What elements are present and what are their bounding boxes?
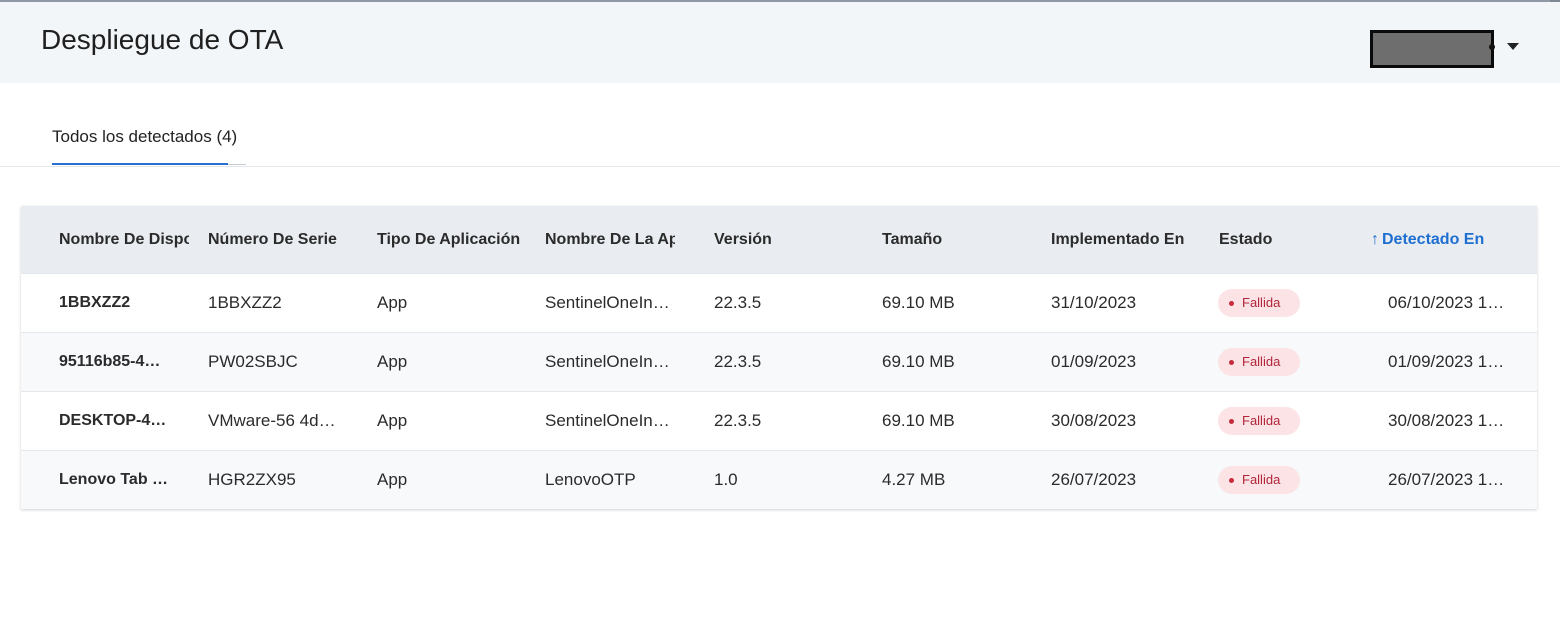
- page-header: Despliegue de OTA: [0, 2, 1560, 83]
- cell-deployed-at: 30/08/2023: [1051, 411, 1137, 430]
- status-badge-label: Fallida: [1242, 413, 1281, 428]
- column-header-detected-at-label: Detectado En: [1382, 231, 1485, 248]
- column-header-size[interactable]: Tamaño: [882, 206, 1032, 273]
- column-header-deployed-at[interactable]: Implementado En: [1051, 206, 1211, 273]
- cell-deployed-at: 26/07/2023: [1051, 470, 1137, 489]
- cell-version: 22.3.5: [714, 411, 762, 430]
- table-row[interactable]: 95116b85-4… PW02SBJC App SentinelOneIns……: [21, 332, 1537, 391]
- cell-serial-number: VMware-56 4d …: [208, 411, 338, 430]
- cell-size: 4.27 MB: [882, 470, 946, 489]
- tab-bar: Todos los detectados (4): [0, 83, 1560, 167]
- deployments-table: Nombre De Dispositivo Número De Serie Ti…: [21, 206, 1537, 509]
- status-dot-icon: [1229, 360, 1234, 365]
- cell-version: 22.3.5: [714, 352, 762, 371]
- cell-device-name: Lenovo Tab …: [59, 471, 169, 488]
- table-header: Nombre De Dispositivo Número De Serie Ti…: [21, 206, 1537, 273]
- caret-down-icon[interactable]: [1507, 43, 1519, 50]
- column-header-detected-at[interactable]: ↑ Detectado En: [1371, 206, 1521, 273]
- cell-size: 69.10 MB: [882, 293, 955, 312]
- column-header-app-name[interactable]: Nombre De La Aplicación: [545, 206, 675, 273]
- status-dot-icon: [1229, 419, 1234, 424]
- cell-detected-at: 01/09/2023 1…: [1388, 352, 1505, 371]
- status-badge: Fallida: [1218, 289, 1300, 317]
- cell-version: 22.3.5: [714, 293, 762, 312]
- column-header-app-type[interactable]: Tipo De Aplicación: [377, 206, 527, 273]
- cell-device-name: DESKTOP-4…: [59, 412, 167, 429]
- cell-serial-number: PW02SBJC: [208, 352, 298, 371]
- cell-deployed-at: 31/10/2023: [1051, 293, 1137, 312]
- status-dot-icon: [1229, 478, 1234, 483]
- status-badge: Fallida: [1218, 348, 1300, 376]
- cell-app-name: SentinelOneIns…: [545, 411, 675, 430]
- user-menu[interactable]: [1370, 30, 1530, 70]
- cell-serial-number: HGR2ZX95: [208, 470, 296, 489]
- user-status-dot: [1489, 44, 1495, 50]
- redacted-user-name: [1370, 30, 1494, 68]
- tab-divider: [228, 164, 246, 165]
- column-header-status[interactable]: Estado: [1219, 206, 1359, 273]
- cell-app-type: App: [377, 352, 408, 371]
- cell-size: 69.10 MB: [882, 352, 955, 371]
- cell-device-name: 1BBXZZ2: [59, 294, 131, 311]
- table-row[interactable]: 1BBXZZ2 1BBXZZ2 App SentinelOneIns… 22.3…: [21, 273, 1537, 332]
- status-badge-label: Fallida: [1242, 295, 1281, 310]
- column-header-serial-number[interactable]: Número De Serie: [208, 206, 338, 273]
- cell-deployed-at: 01/09/2023: [1051, 352, 1137, 371]
- cell-app-type: App: [377, 470, 408, 489]
- table-row[interactable]: DESKTOP-4… VMware-56 4d … App SentinelOn…: [21, 391, 1537, 450]
- arrow-up-icon: ↑: [1371, 231, 1379, 248]
- cell-detected-at: 30/08/2023 1…: [1388, 411, 1505, 430]
- cell-app-type: App: [377, 293, 408, 312]
- cell-serial-number: 1BBXZZ2: [208, 293, 282, 312]
- cell-detected-at: 26/07/2023 1…: [1388, 470, 1505, 489]
- active-tab-indicator: [52, 163, 228, 165]
- status-dot-icon: [1229, 301, 1234, 306]
- cell-device-name: 95116b85-4…: [59, 353, 161, 370]
- cell-detected-at: 06/10/2023 1…: [1388, 293, 1505, 312]
- column-header-device-name[interactable]: Nombre De Dispositivo: [59, 206, 189, 273]
- cell-app-type: App: [377, 411, 408, 430]
- page-title: Despliegue de OTA: [41, 24, 284, 55]
- column-header-version[interactable]: Versión: [714, 206, 864, 273]
- status-badge-label: Fallida: [1242, 472, 1281, 487]
- status-badge: Fallida: [1218, 466, 1300, 494]
- cell-app-name: SentinelOneIns…: [545, 293, 675, 312]
- cell-version: 1.0: [714, 470, 738, 489]
- status-badge-label: Fallida: [1242, 354, 1281, 369]
- table-row[interactable]: Lenovo Tab … HGR2ZX95 App LenovoOTP 1.0 …: [21, 450, 1537, 509]
- cell-app-name: SentinelOneIns…: [545, 352, 675, 371]
- cell-app-name: LenovoOTP: [545, 470, 636, 489]
- status-badge: Fallida: [1218, 407, 1300, 435]
- tab-all-detected[interactable]: Todos los detectados (4): [52, 127, 237, 164]
- cell-size: 69.10 MB: [882, 411, 955, 430]
